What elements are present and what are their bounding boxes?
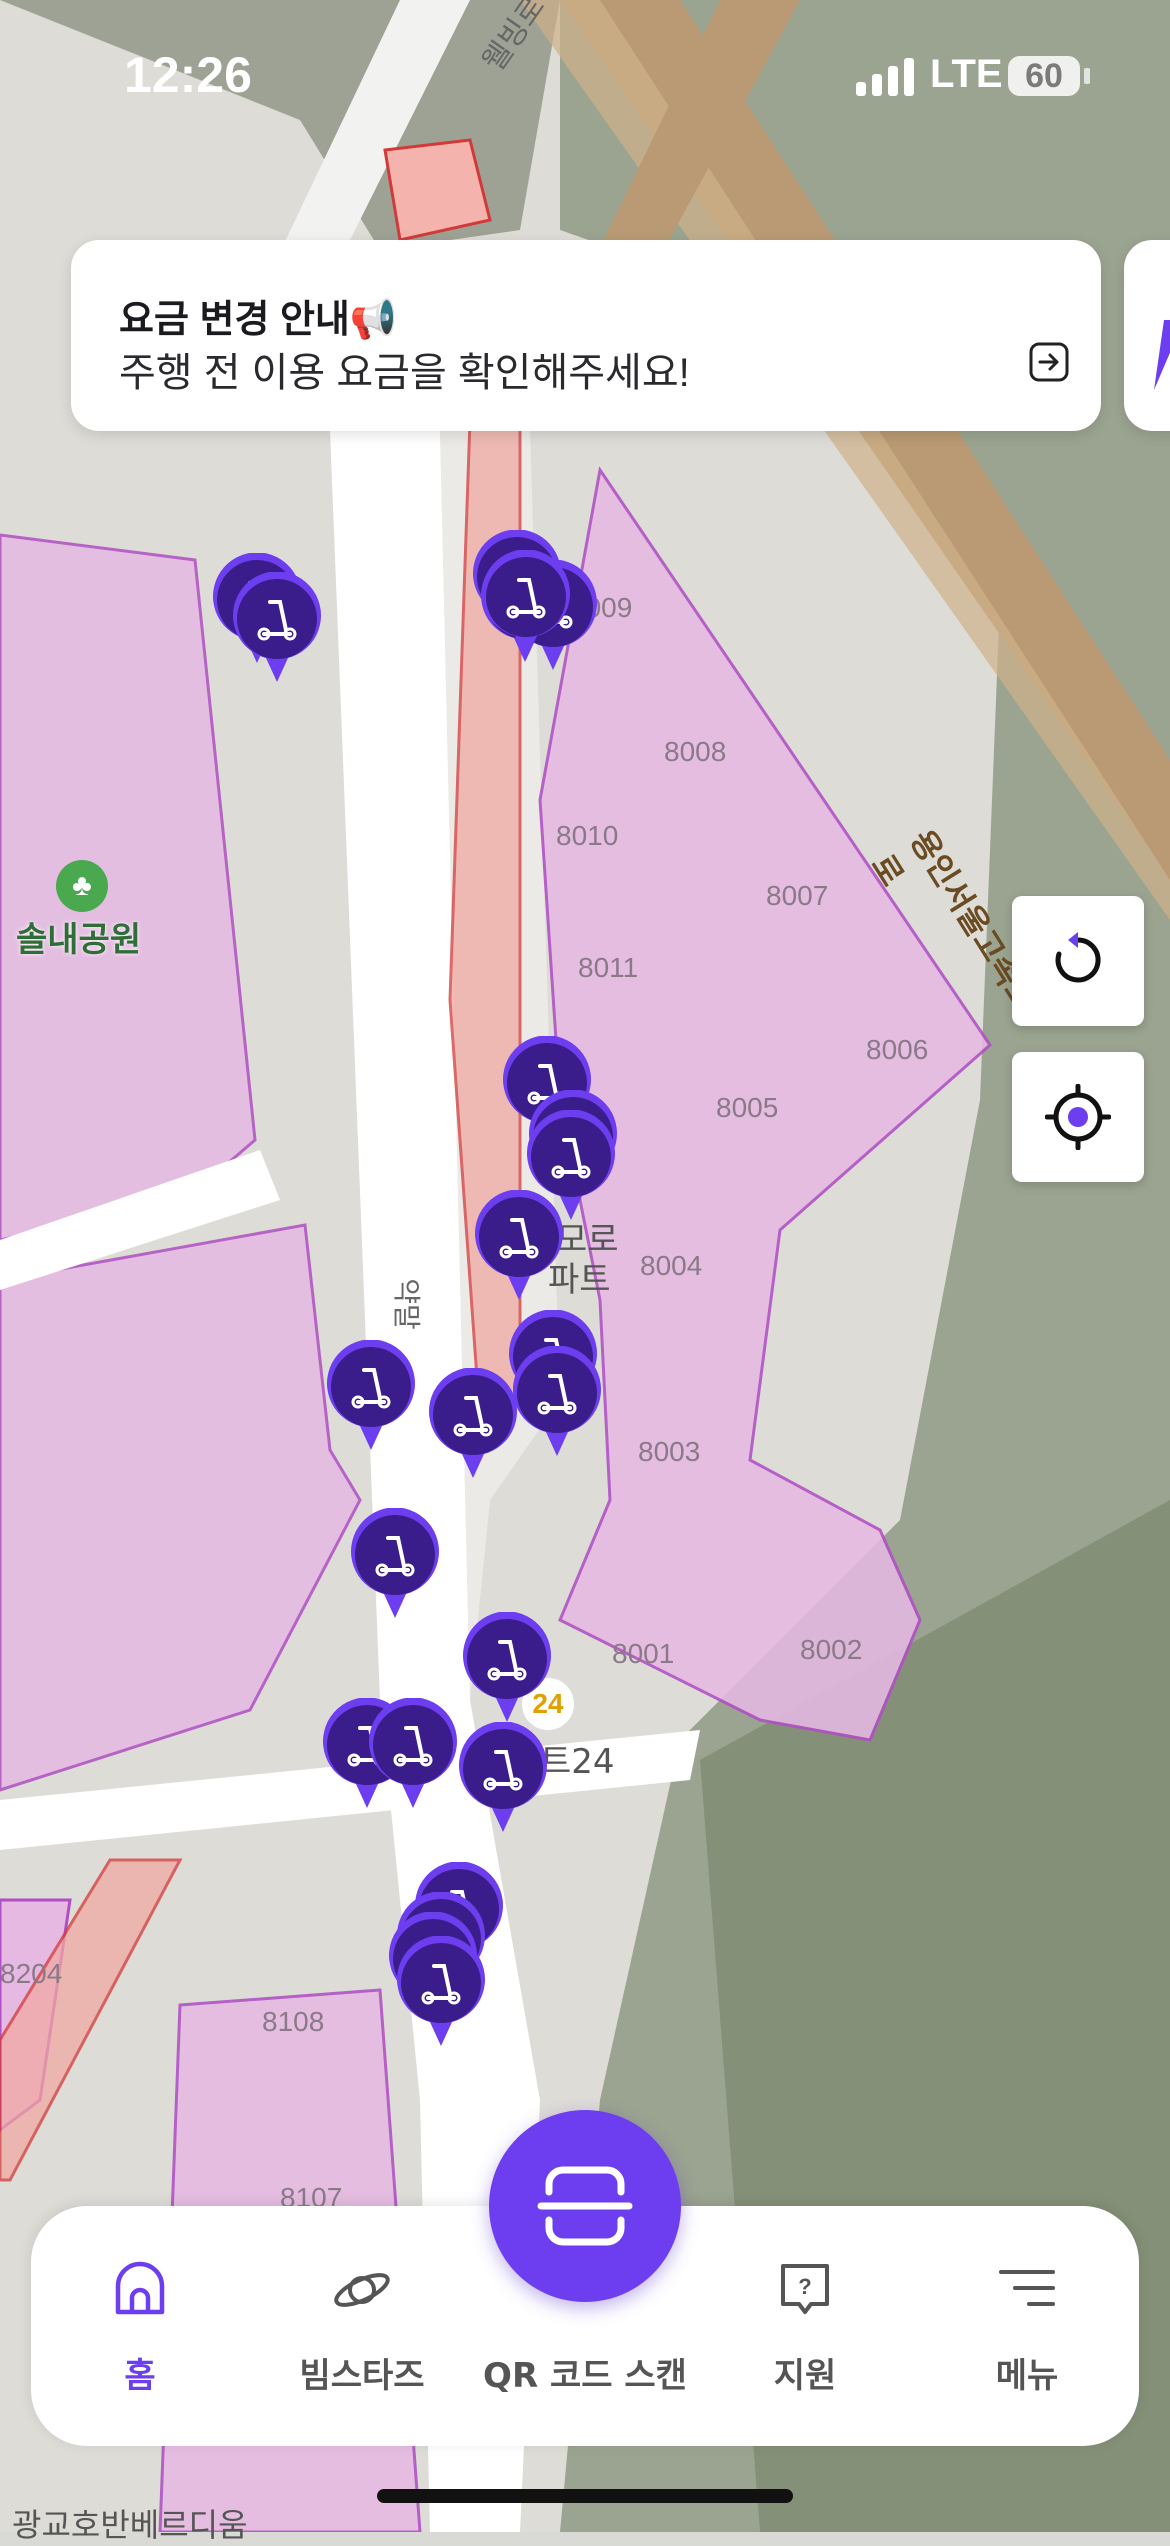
network-type: LTE [930, 52, 1003, 96]
scooter-pin[interactable] [510, 1345, 604, 1458]
planet-icon [334, 2273, 390, 2307]
scooter-icon [369, 1697, 457, 1808]
building-number: 8003 [638, 1436, 701, 1467]
home-indicator [377, 2489, 793, 2503]
status-time: 12:26 [124, 47, 252, 103]
tab-menu[interactable]: 메뉴 [927, 2206, 1127, 2446]
notice-title: 요금 변경 안내📢 [119, 299, 398, 341]
scooter-pin[interactable] [460, 1611, 554, 1724]
scooter-icon [351, 1507, 439, 1618]
status-bar: 12:26 LTE 60 [0, 0, 1170, 150]
next-notice-card[interactable] [1124, 240, 1170, 431]
menu-lines-icon [999, 2270, 1055, 2306]
building-number: 8008 [664, 736, 727, 767]
locate-icon [1045, 1084, 1111, 1150]
next-notice-graphic-icon [1154, 320, 1170, 390]
building-number: 8004 [640, 1250, 703, 1281]
home-icon [115, 2261, 165, 2315]
battery-icon: 60 [1008, 56, 1080, 96]
scooter-icon [233, 571, 321, 682]
map-label-park: 솔내공원 [16, 920, 142, 960]
tab-qr-label[interactable]: QR 코드 스캔 [460, 2348, 710, 2397]
scooter-pin[interactable] [324, 1339, 418, 1452]
map-label-bottom-building: 광교호반베르디움 [12, 2506, 248, 2544]
building-number: 8204 [0, 1958, 63, 1989]
svg-text:?: ? [798, 2274, 811, 2299]
scooter-pin[interactable] [348, 1507, 442, 1620]
scooter-pin[interactable] [426, 1367, 520, 1480]
tab-home[interactable]: 홈 [40, 2206, 240, 2446]
scooter-pin[interactable] [230, 571, 324, 684]
notice-banner[interactable]: 요금 변경 안내📢 주행 전 이용 요금을 확인해주세요! [71, 240, 1101, 431]
scooter-icon [463, 1611, 551, 1722]
scooter-pin[interactable] [366, 1697, 460, 1810]
tab-support[interactable]: ? 지원 [705, 2206, 905, 2446]
building-number: 8002 [800, 1634, 863, 1665]
locate-button[interactable] [1012, 1052, 1144, 1182]
tab-menu-label: 메뉴 [995, 2356, 1059, 2396]
map-label-park-icon: ♣ [56, 860, 108, 912]
scooter-icon [397, 1935, 485, 2046]
scooter-icon [459, 1721, 547, 1832]
building-number: 8007 [766, 880, 829, 911]
scooter-icon [327, 1339, 415, 1450]
tab-support-label: 지원 [773, 2356, 837, 2396]
qr-scan-icon [537, 2166, 633, 2246]
tab-beamstars[interactable]: 빔스타즈 [262, 2206, 462, 2446]
map-label-store: 트24 [540, 1742, 615, 1782]
tab-home-label: 홈 [124, 2356, 156, 2396]
scooter-pin[interactable] [479, 549, 573, 662]
building-number: 8108 [262, 2006, 325, 2037]
scooter-pin[interactable] [456, 1721, 550, 1834]
refresh-button[interactable] [1012, 896, 1144, 1026]
building-number: 8001 [612, 1638, 675, 1669]
building-number: 8011 [578, 952, 639, 983]
help-bubble-icon: ? [781, 2264, 829, 2314]
building-number: 8006 [866, 1034, 929, 1065]
map-label-road-side: 약말 [389, 1278, 423, 1330]
scooter-pin[interactable] [394, 1935, 488, 2048]
scooter-icon [475, 1189, 563, 1300]
building-number: 8010 [556, 820, 619, 851]
signal-icon [856, 58, 914, 96]
tab-beamstars-label: 빔스타즈 [299, 2356, 425, 2396]
arrow-right-box-icon[interactable] [1029, 342, 1069, 382]
refresh-icon [1055, 932, 1101, 983]
qr-scan-button[interactable] [489, 2110, 681, 2302]
building-number: 8005 [716, 1092, 779, 1123]
scooter-icon [429, 1367, 517, 1478]
scooter-icon [513, 1345, 601, 1456]
battery-cap [1084, 68, 1090, 84]
scooter-icon [482, 549, 570, 660]
scooter-pin[interactable] [472, 1189, 566, 1302]
notice-text: 주행 전 이용 요금을 확인해주세요! [119, 351, 690, 395]
